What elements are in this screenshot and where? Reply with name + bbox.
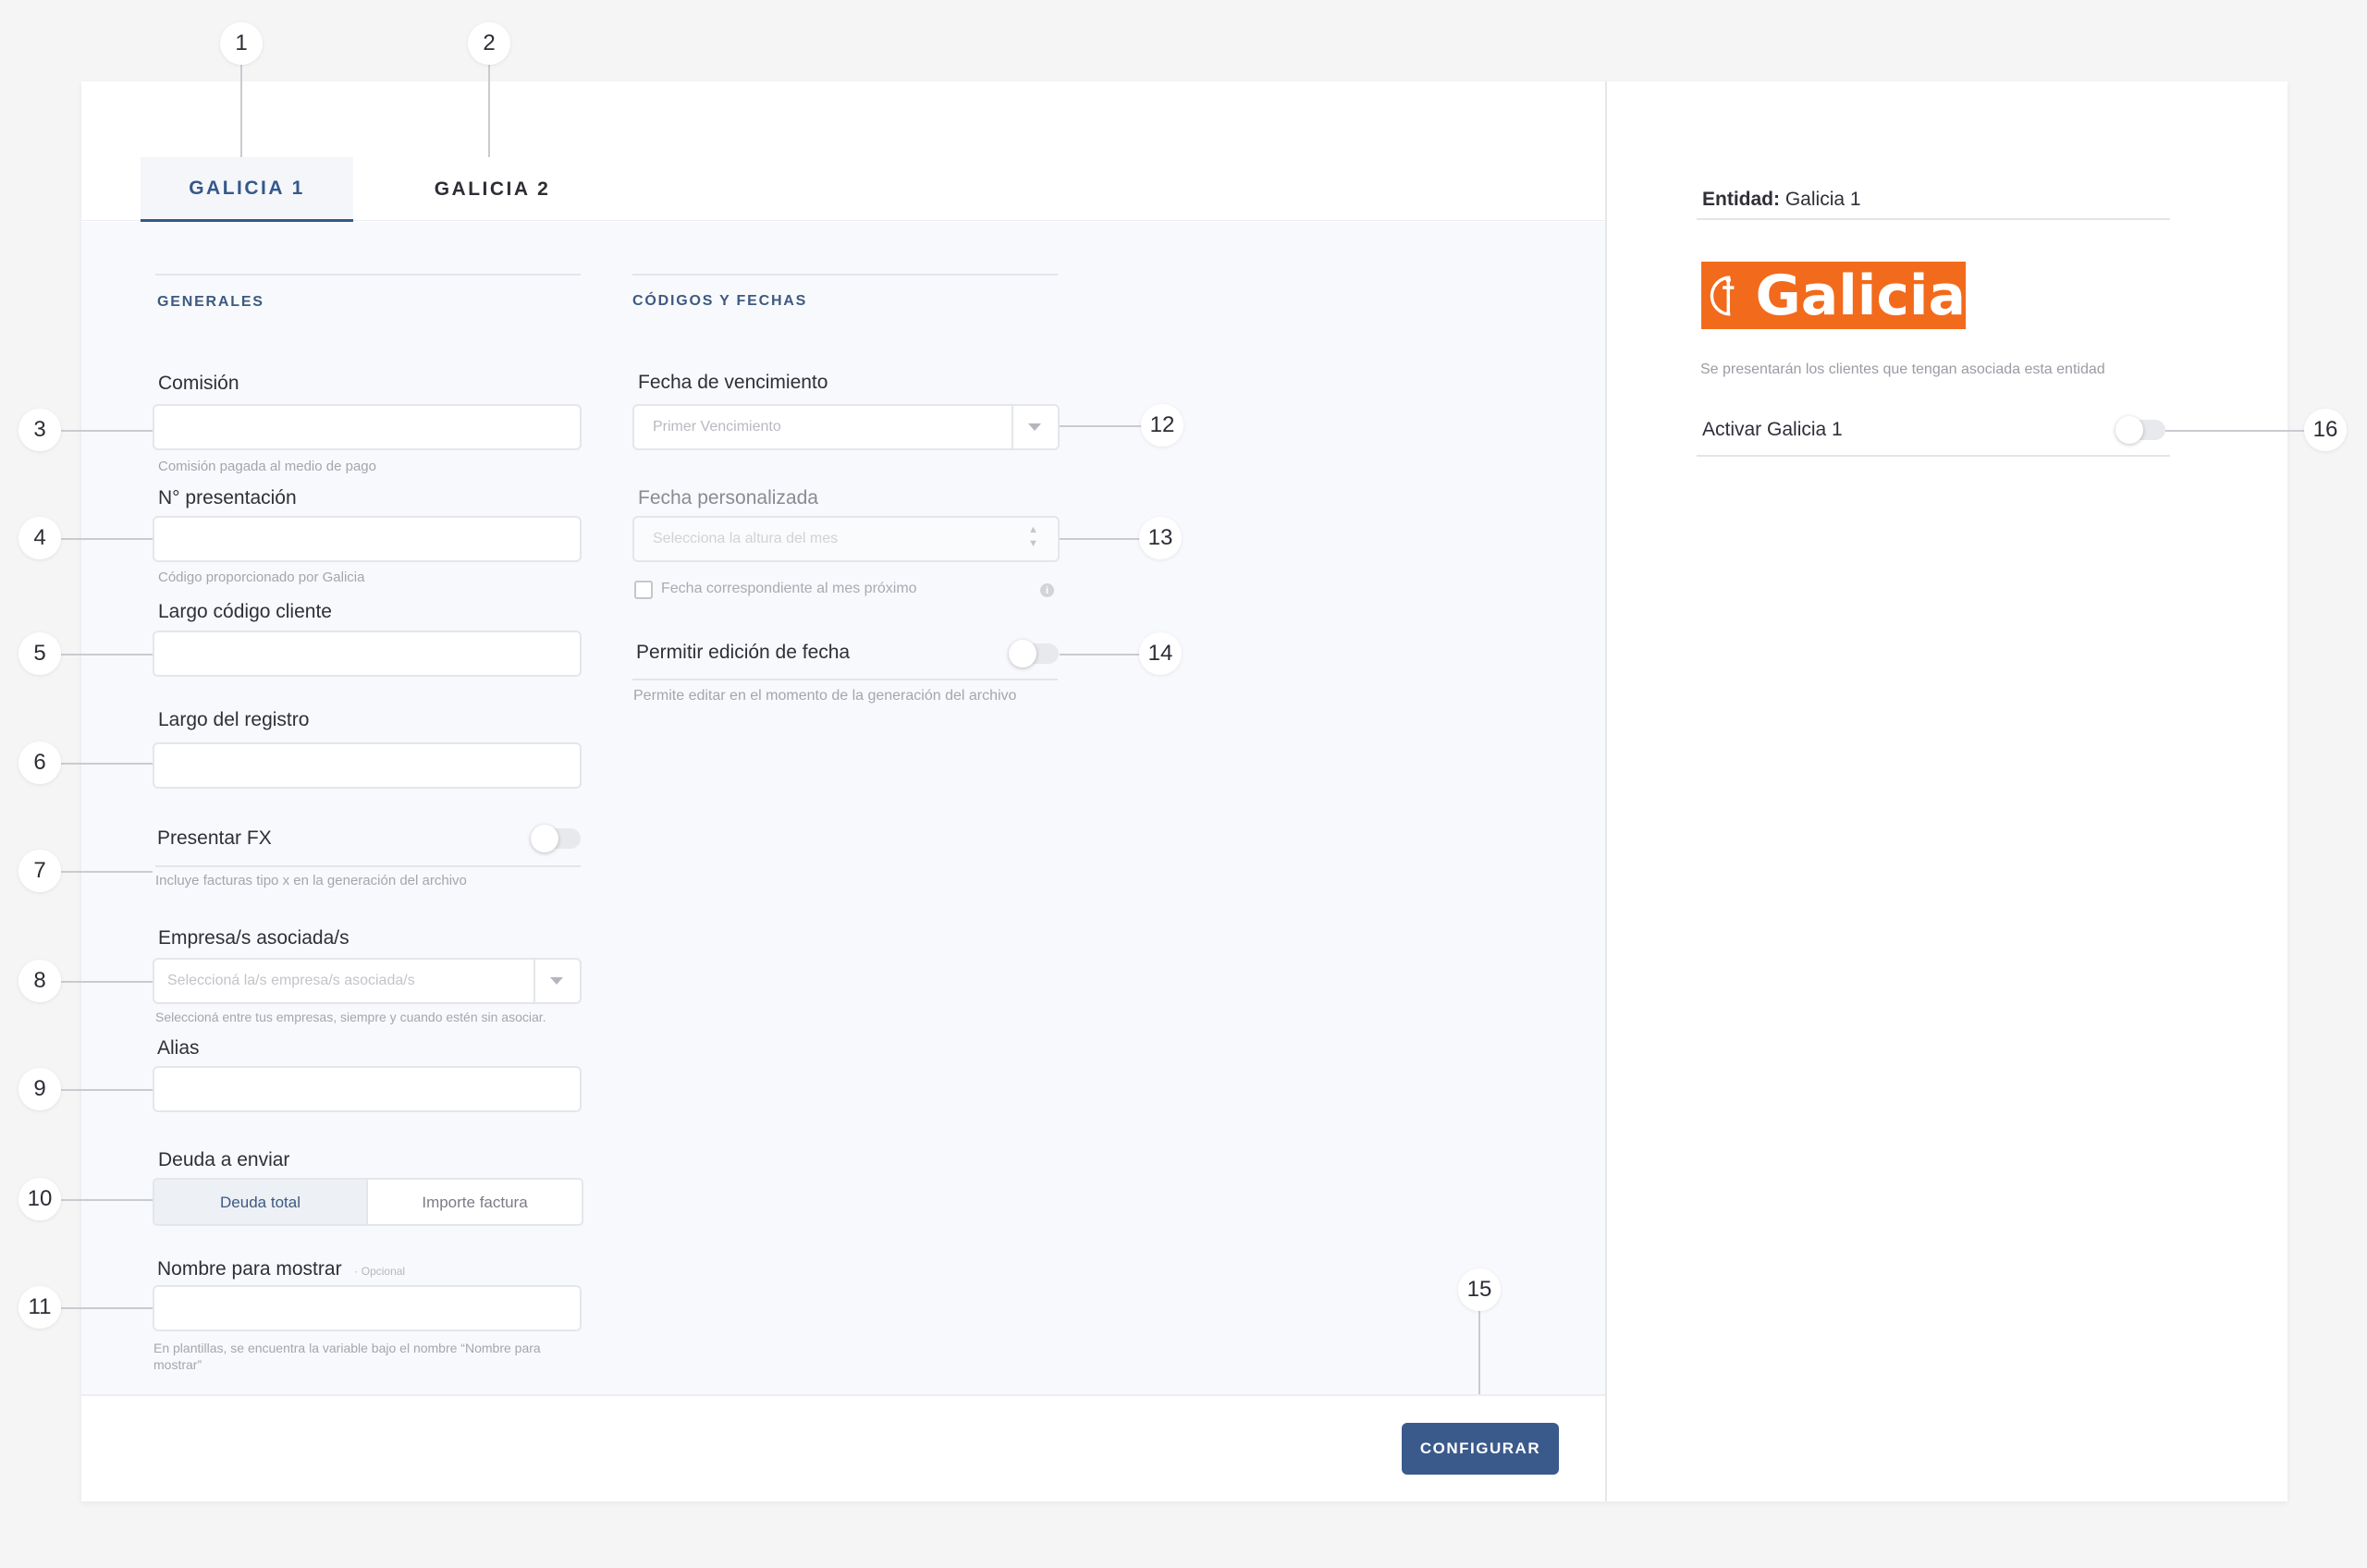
display-name-label-text: Nombre para mostrar (157, 1258, 342, 1280)
galicia-logo: Galicia (1701, 262, 1966, 329)
callout-line (61, 538, 153, 540)
callout-line (240, 65, 242, 157)
custom-date-stepper[interactable]: Selecciona la altura del mes ▲ ▼ (632, 516, 1060, 562)
callout-line (1060, 654, 1141, 655)
callout-line (2165, 430, 2310, 432)
activate-entity-label: Activar Galicia 1 (1702, 419, 1843, 440)
client-code-length-label: Largo código cliente (158, 601, 332, 622)
entity-line: Entidad: Galicia 1 (1702, 189, 1861, 211)
callout-badge: 11 (18, 1286, 61, 1329)
section-title-general: GENERALES (157, 294, 264, 310)
alias-input[interactable] (153, 1066, 582, 1112)
record-length-input[interactable] (153, 742, 582, 789)
callout-badge: 5 (18, 632, 61, 675)
callout-badge: 2 (468, 22, 510, 65)
commission-label: Comisión (158, 373, 239, 394)
custom-date-label: Fecha personalizada (638, 487, 818, 508)
entity-description: Se presentarán los clientes que tengan a… (1700, 361, 2105, 377)
tab-galicia-1[interactable]: GALICIA 1 (141, 157, 353, 222)
present-fx-label: Presentar FX (157, 827, 272, 849)
form-footer (81, 1394, 1605, 1501)
callout-badge: 8 (18, 960, 61, 1002)
field-underline (1697, 455, 2170, 457)
due-date-select[interactable]: Primer Vencimiento (632, 404, 1060, 450)
allow-date-edit-helper: Permite editar en el momento de la gener… (633, 688, 1017, 704)
callout-line (61, 1089, 153, 1091)
callout-badge: 13 (1139, 517, 1182, 559)
commission-input[interactable] (153, 404, 582, 450)
display-name-input[interactable] (153, 1285, 582, 1331)
associated-companies-helper: Seleccioná entre tus empresas, siempre y… (155, 1010, 546, 1024)
entity-value: Galicia 1 (1784, 189, 1861, 210)
debt-option-total[interactable]: Deuda total (154, 1180, 369, 1224)
next-month-checkbox-label: Fecha correspondiente al mes próximo (661, 581, 917, 596)
record-length-label: Largo del registro (158, 709, 310, 730)
info-icon[interactable]: i (1040, 583, 1054, 597)
next-month-checkbox[interactable] (634, 581, 653, 599)
due-date-label: Fecha de vencimiento (638, 372, 828, 393)
section-divider (632, 274, 1058, 276)
due-date-value: Primer Vencimiento (653, 419, 781, 435)
allow-date-edit-label: Permitir edición de fecha (636, 642, 851, 663)
pane-divider (1605, 81, 1607, 1501)
debt-label: Deuda a enviar (158, 1149, 290, 1170)
galicia-logo-text: Galicia (1755, 263, 1967, 328)
associated-companies-placeholder: Seleccioná la/s empresa/s asociada/s (167, 973, 415, 988)
callout-line (61, 763, 153, 765)
associated-companies-label: Empresa/s asociada/s (158, 927, 350, 949)
callout-badge: 9 (18, 1068, 61, 1110)
select-divider (533, 960, 535, 1002)
callout-line (61, 1307, 153, 1309)
toggle-knob (2116, 416, 2143, 444)
custom-date-placeholder: Selecciona la altura del mes (653, 531, 839, 546)
alias-label: Alias (157, 1037, 200, 1059)
callout-badge: 10 (18, 1178, 61, 1220)
galicia-emblem-icon (1710, 275, 1735, 316)
display-name-helper: En plantillas, se encuentra la variable … (153, 1341, 541, 1372)
chevron-down-icon[interactable] (1028, 423, 1041, 431)
tab-galicia-2[interactable]: GALICIA 2 (407, 157, 578, 222)
callout-badge: 14 (1139, 632, 1182, 675)
callout-badge: 3 (18, 409, 61, 451)
callout-line (61, 871, 153, 873)
select-divider (1012, 406, 1013, 448)
chevron-down-icon[interactable] (550, 977, 563, 985)
callout-badge: 4 (18, 517, 61, 559)
callout-badge: 1 (220, 22, 263, 65)
entity-label: Entidad: (1702, 189, 1780, 210)
optional-tag: · Opcional (354, 1265, 406, 1278)
callout-line (61, 430, 153, 432)
callout-line (1060, 538, 1141, 540)
presentation-number-input[interactable] (153, 516, 582, 562)
section-divider (155, 274, 581, 276)
commission-helper: Comisión pagada al medio de pago (158, 459, 376, 474)
callout-badge: 6 (18, 741, 61, 784)
configure-button[interactable]: CONFIGURAR (1402, 1423, 1559, 1475)
callout-badge: 16 (2304, 409, 2347, 451)
presentation-number-label: N° presentación (158, 487, 297, 508)
entity-underline (1697, 218, 2170, 220)
debt-option-invoice[interactable]: Importe factura (368, 1180, 582, 1224)
toggle-knob (531, 825, 558, 852)
callout-line (1060, 425, 1141, 427)
field-underline (632, 679, 1058, 680)
callout-line (488, 65, 490, 157)
stepper-arrows-icon[interactable]: ▲ ▼ (1028, 523, 1038, 551)
callout-badge: 12 (1141, 404, 1184, 447)
client-code-length-input[interactable] (153, 631, 582, 677)
debt-segmented-control: Deuda total Importe factura (153, 1178, 583, 1226)
presentation-number-helper: Código proporcionado por Galicia (158, 570, 365, 585)
callout-line (61, 654, 153, 655)
callout-line (61, 981, 153, 983)
callout-line (1478, 1311, 1480, 1394)
present-fx-helper: Incluye facturas tipo x en la generación… (155, 873, 467, 888)
toggle-knob (1009, 640, 1036, 668)
field-underline (155, 865, 581, 867)
section-title-codes: CÓDIGOS Y FECHAS (632, 293, 808, 309)
callout-badge: 15 (1458, 1268, 1501, 1311)
callout-badge: 7 (18, 850, 61, 892)
display-name-label: Nombre para mostrar · Opcional (157, 1258, 405, 1280)
associated-companies-select[interactable]: Seleccioná la/s empresa/s asociada/s (153, 958, 582, 1004)
callout-line (61, 1199, 153, 1201)
